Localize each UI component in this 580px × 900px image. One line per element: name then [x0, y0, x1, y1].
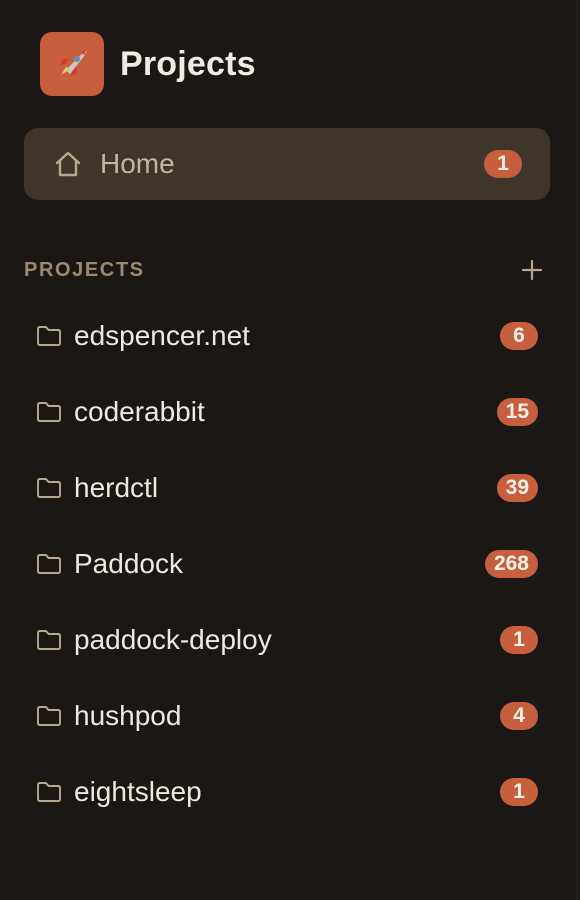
folder-icon: [36, 325, 62, 347]
folder-icon: [36, 629, 62, 651]
app-logo[interactable]: [40, 32, 104, 96]
home-icon: [54, 150, 82, 178]
project-label: Paddock: [74, 548, 183, 579]
folder-icon: [36, 553, 62, 575]
project-label: paddock-deploy: [74, 624, 272, 655]
project-count-badge: 6: [500, 322, 538, 350]
projects-section-header: PROJECTS: [24, 252, 546, 288]
project-item-eightsleep[interactable]: eightsleep 1: [24, 754, 550, 830]
sidebar-resize-edge[interactable]: [576, 0, 580, 900]
project-label: eightsleep: [74, 776, 202, 807]
project-item-edspencer-net[interactable]: edspencer.net 6: [24, 298, 550, 374]
project-list: edspencer.net 6 coderabbit 15 herdctl 39…: [24, 298, 550, 830]
project-item-herdctl[interactable]: herdctl 39: [24, 450, 550, 526]
project-item-paddock[interactable]: Paddock 268: [24, 526, 550, 602]
folder-icon: [36, 705, 62, 727]
home-label: Home: [100, 148, 175, 179]
project-item-coderabbit[interactable]: coderabbit 15: [24, 374, 550, 450]
project-label: coderabbit: [74, 396, 205, 427]
sidebar-item-home[interactable]: Home 1: [24, 128, 550, 200]
folder-icon: [36, 781, 62, 803]
app-title: Projects: [120, 44, 256, 83]
rocket-icon: [60, 50, 87, 76]
add-project-button[interactable]: [518, 256, 546, 284]
project-label: herdctl: [74, 472, 159, 503]
project-count-badge: 1: [500, 626, 538, 654]
plus-icon: [521, 259, 543, 281]
project-item-hushpod[interactable]: hushpod 4: [24, 678, 550, 754]
project-label: hushpod: [74, 700, 182, 731]
sidebar: Projects Home 1 PROJECTS edspencer.net 6: [0, 0, 576, 900]
project-count-badge: 1: [500, 778, 538, 806]
project-count-badge: 4: [500, 702, 538, 730]
project-item-paddock-deploy[interactable]: paddock-deploy 1: [24, 602, 550, 678]
project-count-badge: 39: [496, 474, 538, 502]
home-count-badge: 1: [484, 150, 522, 178]
project-count-badge: 268: [484, 550, 538, 578]
project-label: edspencer.net: [74, 320, 250, 351]
projects-section-label: PROJECTS: [24, 258, 145, 281]
project-count-badge: 15: [496, 398, 538, 426]
sidebar-header: Projects: [40, 32, 256, 96]
folder-icon: [36, 401, 62, 423]
folder-icon: [36, 477, 62, 499]
